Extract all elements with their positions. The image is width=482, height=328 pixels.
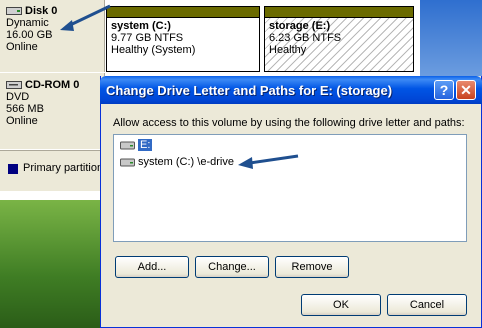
partition-size: 9.77 GB NTFS [111,32,184,44]
cdrom-icon [6,81,22,89]
cdrom-0-label[interactable]: CD-ROM 0 DVD 566 MB Online [0,73,105,149]
partition-status: Healthy (System) [111,44,196,56]
change-button[interactable]: Change... [195,256,269,278]
legend-label: Primary partition [23,162,104,174]
legend-swatch [8,164,18,174]
partition-color-band [107,7,259,18]
list-item-mount-path[interactable]: system (C:) \e-drive [120,156,234,168]
list-item-e-drive[interactable]: E: [120,139,153,151]
list-item-label: system (C:) \e-drive [138,156,234,168]
remove-button[interactable]: Remove [275,256,349,278]
disk-status: Online [6,41,38,53]
disk-size: 566 MB [6,103,44,115]
dialog-titlebar[interactable]: Change Drive Letter and Paths for E: (st… [100,76,482,104]
annotation-arrow-disk [60,4,111,31]
partition-name: storage (E:) [269,20,331,32]
add-button[interactable]: Add... [115,256,189,278]
cancel-button[interactable]: Cancel [387,294,467,316]
legend: Primary partition [0,150,104,191]
drive-icon [120,141,135,149]
list-item-label: E: [138,139,153,151]
partition-status: Healthy [269,44,307,56]
partition-system-c[interactable]: system (C:) 9.77 GB NTFS Healthy (System… [106,6,260,72]
dialog-description: Allow access to this volume by using the… [113,117,465,129]
partition-size: 6.23 GB NTFS [269,32,342,44]
ok-button[interactable]: OK [301,294,381,316]
change-drive-letter-dialog: Change Drive Letter and Paths for E: (st… [100,76,482,328]
cdrom-0-title-row: CD-ROM 0 [6,79,79,91]
hard-disk-icon [6,7,22,15]
partition-color-band [265,7,413,18]
disk-status: Online [6,115,38,127]
disk-title: Disk 0 [25,5,58,17]
disk-title: CD-ROM 0 [25,79,80,91]
disk-size: 16.00 GB [6,29,53,41]
help-button[interactable]: ? [434,80,454,100]
dialog-title: Change Drive Letter and Paths for E: (st… [106,83,393,98]
disk-type: Dynamic [6,17,49,29]
partition-storage-e[interactable]: storage (E:) 6.23 GB NTFS Healthy [264,6,414,72]
drive-icon [120,158,135,166]
disk-0-title-row: Disk 0 [6,5,57,17]
disk-type: DVD [6,91,30,103]
partition-name: system (C:) [111,20,171,32]
close-button[interactable]: ✕ [456,80,476,100]
annotation-arrow-path [238,154,299,169]
